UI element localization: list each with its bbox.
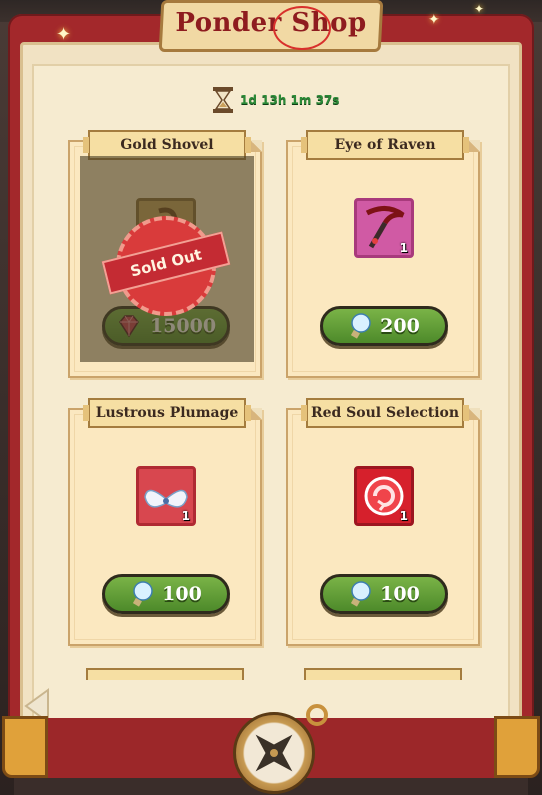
item-name: Red Soul Selection [301,398,469,428]
item-name: Lustrous Plumage [83,398,251,428]
next-card-tab [86,668,244,680]
sparkle-icon: ✦ [474,2,485,16]
card-fold [250,408,262,420]
corner-ornament-right [494,716,540,778]
timer-text: 1d 13h 1m 37s [240,93,340,107]
compass-button[interactable] [233,712,315,794]
sparkle-icon: ✦ [56,24,72,45]
shop-item-card[interactable]: Lustrous Plumage 1 100 [68,398,262,646]
buy-button[interactable]: 100 [102,574,230,614]
card-fold [468,140,480,152]
card-fold [468,408,480,420]
buy-button[interactable]: 100 [320,574,448,614]
item-quantity: 1 [181,509,190,523]
price-value: 100 [162,583,202,605]
sparkle-icon: ✦ [428,12,440,28]
buy-button[interactable]: 200 [320,306,448,346]
bulb-icon [351,313,371,339]
refresh-timer: 1d 13h 1m 37s [212,86,339,114]
compass-star-icon [255,734,293,772]
card-fold [250,140,262,152]
title-banner: Ponder Shop [158,0,384,56]
shop-item-card[interactable]: Eye of Raven 1 200 [286,130,480,378]
title-highlight-circle [273,6,331,50]
soul-orb-icon: 1 [354,466,414,526]
bulb-icon [351,581,371,607]
page-title: Ponder Shop [175,8,367,38]
shop-item-card[interactable]: Gold Shovel 15000 Sold Out [68,130,262,378]
scythe-icon: 1 [354,198,414,258]
item-quantity: 1 [399,509,408,523]
shop-item-card[interactable]: Red Soul Selection 1 100 [286,398,480,646]
corner-ornament-left [2,716,48,778]
wings-icon: 1 [136,466,196,526]
item-quantity: 1 [399,241,408,255]
bulb-icon [133,581,153,607]
item-name: Eye of Raven [301,130,469,160]
price-value: 100 [380,583,420,605]
price-value: 200 [380,315,420,337]
hourglass-icon [213,87,233,113]
next-card-tab [304,668,462,680]
